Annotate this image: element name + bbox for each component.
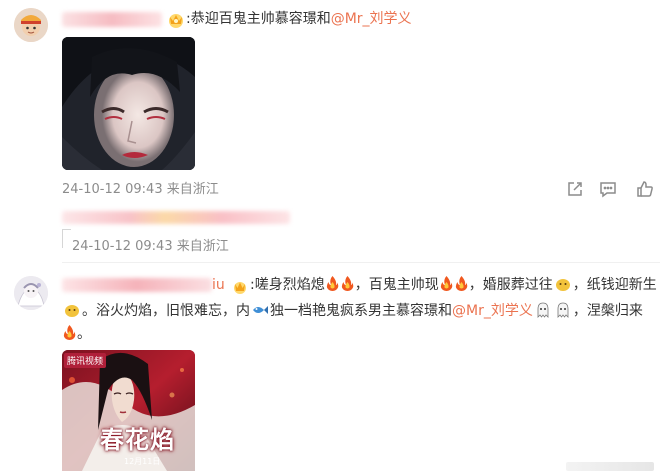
comment-icon[interactable] (599, 180, 617, 198)
comment-text-line-2: 。浴火灼焰，旧恨难忘，内 独一档艳鬼疯系男主慕容璟和@Mr_刘学义 ，涅槃归来 (62, 301, 643, 321)
text-segment: ，百鬼主帅现 (354, 277, 439, 293)
fire-emoji-icon (326, 276, 339, 291)
user-avatar[interactable] (14, 8, 48, 42)
blurred-username[interactable] (62, 278, 212, 292)
fire-emoji-icon (341, 276, 354, 291)
vip-crown-icon (167, 12, 185, 28)
username-tail[interactable]: iu (212, 275, 225, 295)
comment-text-line-3: 。 (62, 324, 91, 344)
like-icon[interactable] (636, 180, 654, 198)
text-segment: 独一档艳鬼疯系男主慕容璟和 (270, 303, 452, 319)
text-segment: 。 (77, 326, 91, 342)
blurred-reply-text (62, 211, 290, 224)
poster-badge: 腾讯视频 (64, 353, 107, 368)
poster-subtitle: 12月11日 (124, 457, 161, 466)
comment-image[interactable] (62, 37, 195, 170)
ghost-emoji-icon (537, 302, 549, 318)
timestamp: 24-10-12 09:43 (62, 182, 163, 197)
timestamp: 24-10-12 09:43 (72, 239, 173, 254)
text-segment: ，婚服葬过往 (468, 277, 553, 293)
poster-title: 春花焰 (100, 425, 175, 454)
blurred-username[interactable] (62, 12, 162, 27)
share-icon[interactable] (566, 180, 584, 198)
mention-link[interactable]: @Mr_刘学义 (452, 303, 533, 319)
text-segment: ，涅槃归来 (572, 303, 643, 319)
comment-meta: 24-10-12 09:43 来自浙江 (62, 178, 219, 197)
vip-crown-icon (232, 279, 248, 294)
divider (62, 262, 660, 263)
fish-emoji-icon (253, 306, 268, 314)
user-avatar[interactable] (14, 276, 48, 310)
ghost-emoji-icon (557, 302, 569, 318)
text-segment: :嗟身烈焰熄 (250, 277, 325, 293)
location: 来自浙江 (166, 182, 219, 197)
doge-emoji-icon (555, 279, 570, 291)
comment-text-line-1: :嗟身烈焰熄 ，百鬼主帅现 ，婚服葬过往 ，纸钱迎新生 (250, 275, 657, 295)
corner-watermark (566, 462, 654, 471)
text-segment: 。浴火灼焰，旧恨难忘，内 (82, 303, 250, 319)
fire-emoji-icon (63, 325, 76, 340)
reply-meta: 24-10-12 09:43 来自浙江 (72, 235, 229, 254)
comment-text: :恭迎百鬼主帅慕容璟和@Mr_刘学义 (186, 9, 412, 29)
comment-body: :恭迎百鬼主帅慕容璟和 (186, 11, 331, 27)
fire-emoji-icon (455, 276, 468, 291)
mention-link[interactable]: @Mr_刘学义 (331, 11, 412, 27)
doge-emoji-icon (65, 305, 79, 317)
reply-bracket (62, 229, 71, 248)
fire-emoji-icon (440, 276, 453, 291)
text-segment: ，纸钱迎新生 (572, 277, 657, 293)
location: 来自浙江 (176, 239, 229, 254)
